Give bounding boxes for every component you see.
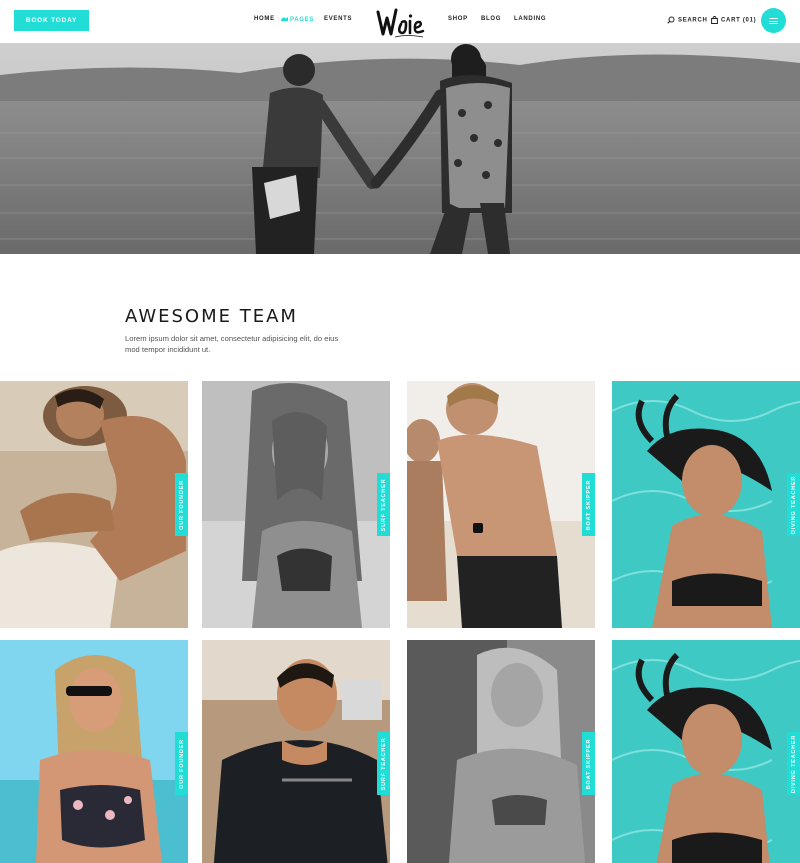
nav-item-landing[interactable]: Landing	[514, 16, 546, 22]
team-member-photo	[202, 640, 390, 863]
team-member-photo	[407, 381, 595, 628]
site-header: Book Today Home Pages Events Shop Blog L…	[0, 0, 800, 43]
role-badge: Surf Teacher	[377, 473, 390, 536]
nav-item-home[interactable]: Home	[254, 16, 275, 22]
team-member-photo	[407, 640, 595, 863]
team-member-photo	[0, 640, 188, 863]
team-member-card[interactable]: Diving Teacher	[612, 640, 800, 863]
team-member-card[interactable]: Surf Teacher	[202, 640, 390, 863]
search-link[interactable]: Search	[667, 16, 708, 24]
menu-toggle-button[interactable]	[761, 8, 786, 33]
team-member-card[interactable]: Boat Skipper	[407, 381, 595, 628]
team-member-photo	[202, 381, 390, 628]
role-badge: Our Founder	[175, 732, 188, 795]
role-label: Boat Skipper	[585, 479, 592, 530]
role-badge: Diving Teacher	[787, 732, 800, 795]
search-label: Search	[678, 17, 708, 24]
section-title: Awesome Team	[125, 306, 298, 327]
cart-label: Cart (01)	[721, 17, 757, 24]
nav-item-blog[interactable]: Blog	[481, 16, 501, 22]
team-member-card[interactable]: Boat Skipper	[407, 640, 595, 863]
team-member-card[interactable]: Our Founder	[0, 381, 188, 628]
role-badge: Our Founder	[175, 473, 188, 536]
hero-image	[0, 43, 800, 254]
nav-item-shop[interactable]: Shop	[448, 16, 468, 22]
role-label: Diving Teacher	[790, 475, 797, 534]
section-subtitle: Lorem ipsum dolor sit amet, consectetur …	[125, 334, 339, 354]
site-logo[interactable]	[371, 4, 429, 40]
role-badge: Boat Skipper	[582, 473, 595, 536]
role-label: Our Founder	[178, 738, 185, 789]
team-member-card[interactable]: Our Founder	[0, 640, 188, 863]
nav-item-events[interactable]: Events	[324, 16, 352, 22]
nav-item-pages-label: Pages	[290, 17, 315, 23]
role-label: Boat Skipper	[585, 738, 592, 789]
team-member-photo	[0, 381, 188, 628]
search-icon	[667, 16, 675, 24]
team-member-card[interactable]: Surf Teacher	[202, 381, 390, 628]
team-member-photo	[612, 640, 800, 863]
cart-link[interactable]: Cart (01)	[711, 16, 756, 24]
nav-item-pages[interactable]: Pages	[281, 16, 314, 23]
role-label: Diving Teacher	[790, 734, 797, 793]
team-member-photo	[612, 381, 800, 628]
book-today-button[interactable]: Book Today	[14, 10, 89, 31]
role-label: Surf Teacher	[380, 737, 387, 790]
role-badge: Boat Skipper	[582, 732, 595, 795]
role-label: Our Founder	[178, 479, 185, 530]
team-member-card[interactable]: Diving Teacher	[612, 381, 800, 628]
wave-icon	[281, 16, 288, 23]
role-label: Surf Teacher	[380, 478, 387, 531]
bag-icon	[711, 16, 718, 24]
role-badge: Diving Teacher	[787, 473, 800, 536]
role-badge: Surf Teacher	[377, 732, 390, 795]
